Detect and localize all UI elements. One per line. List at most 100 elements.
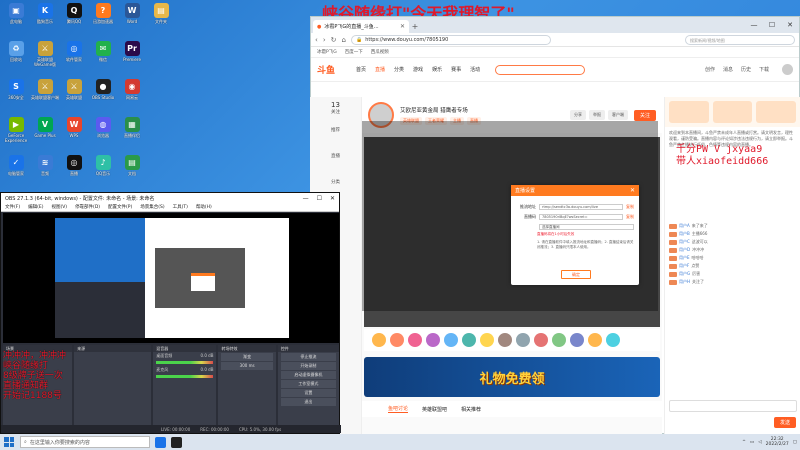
desktop-icon[interactable]: ◎ 直播 [60, 153, 88, 187]
gift-icon[interactable] [408, 333, 422, 347]
gift-icon[interactable] [570, 333, 584, 347]
obs-preview[interactable] [3, 213, 339, 343]
nav-item[interactable]: 首页 [356, 66, 366, 73]
douyu-search-input[interactable] [495, 64, 586, 75]
desktop-icon[interactable]: ♻ 回收站 [2, 39, 30, 73]
desktop-icon[interactable]: ▶ GeForce Experience [2, 115, 30, 149]
desktop-icon[interactable]: ◉ 网易云 [118, 77, 146, 111]
header-action[interactable]: 消息 [723, 66, 733, 73]
chat-username[interactable]: 用户C [679, 239, 690, 245]
sidebar-item[interactable]: 推荐 [310, 123, 361, 149]
obs-menu-item[interactable]: 文件(F) [5, 204, 20, 210]
browser-tab-active[interactable]: ● 冰雹P飞G的直播_斗鱼... ✕ [313, 20, 409, 33]
gift-icon[interactable] [480, 333, 494, 347]
douyu-logo[interactable]: 斗鱼 [317, 63, 347, 76]
desktop-icon[interactable]: ≋ 音频 [31, 153, 59, 187]
back-button[interactable]: ‹ [315, 36, 318, 44]
nav-item[interactable]: 直播 [375, 66, 385, 73]
desktop-icon[interactable]: ⚔ 英雄联盟客户端 [31, 77, 59, 111]
nav-item[interactable]: 赛事 [451, 66, 461, 73]
windows-start-icon[interactable] [3, 436, 15, 448]
gift-icon[interactable] [534, 333, 548, 347]
volume-meter[interactable] [156, 375, 214, 378]
obs-control-button[interactable]: 启动虚拟摄像机 [280, 371, 336, 379]
chat-username[interactable]: 用户F [679, 263, 689, 269]
notification-icon[interactable]: ▢ [793, 440, 797, 445]
new-tab-button[interactable]: + [409, 21, 421, 33]
desktop-icon[interactable]: K 酷狗音乐 [31, 1, 59, 35]
obs-menu-item[interactable]: 停靠部件(D) [75, 204, 100, 210]
desktop-icon[interactable]: W Word [118, 1, 146, 35]
chat-username[interactable]: 用户E [679, 255, 690, 261]
obs-menu-item[interactable]: 编辑(E) [28, 204, 43, 210]
room-action-button[interactable]: 客户端 [607, 110, 628, 120]
header-action[interactable]: 下载 [759, 66, 769, 73]
desktop-icon[interactable]: ⚔ 英雄联盟 [60, 77, 88, 111]
promo-banner[interactable]: 礼物免费领 [364, 357, 660, 397]
dialog-close-icon[interactable]: ✕ [630, 187, 635, 194]
desktop-icon[interactable]: ▦ 直播伴侣 [118, 115, 146, 149]
desktop-icon[interactable]: V Game Plus [31, 115, 59, 149]
gift-icon[interactable] [552, 333, 566, 347]
nav-item[interactable]: 活动 [470, 66, 480, 73]
desktop-icon[interactable]: ◎ 软件管家 [60, 39, 88, 73]
desktop-icon[interactable]: ▣ 此电脑 [2, 1, 30, 35]
desktop-icon[interactable]: ◍ 浏览器 [89, 115, 117, 149]
bottom-tab[interactable]: 鱼吧讨论 [388, 405, 409, 413]
obs-control-button[interactable]: 停止推流 [280, 353, 336, 361]
nav-item[interactable]: 游戏 [413, 66, 423, 73]
transition-duration[interactable]: 300 ms [221, 362, 273, 370]
transition-select[interactable]: 渐变 [221, 353, 273, 361]
chevron-up-icon[interactable]: ^ [742, 440, 746, 445]
gift-icon[interactable] [498, 333, 512, 347]
copy-server-button[interactable]: 复制 [626, 204, 634, 210]
desktop-icon[interactable]: ▤ 文件夹 [147, 1, 175, 35]
network-icon[interactable]: ▭ [750, 440, 754, 445]
desktop-icon[interactable]: ▤ 文档 [118, 153, 146, 187]
room-select[interactable]: 选择直播间 [539, 224, 634, 230]
dialog-ok-button[interactable]: 确定 [561, 270, 591, 279]
user-avatar[interactable] [782, 64, 793, 75]
chat-send-button[interactable]: 发送 [773, 417, 796, 428]
obs-control-button[interactable]: 开始录制 [280, 362, 336, 370]
desktop-icon[interactable]: Pr Premiere [118, 39, 146, 73]
bookmark-item[interactable]: 百度一下 [345, 49, 363, 55]
desktop-icon[interactable]: Q 腾讯QQ [60, 1, 88, 35]
gift-icon[interactable] [462, 333, 476, 347]
nav-item[interactable]: 娱乐 [432, 66, 442, 73]
volume-icon[interactable]: ◁ [758, 440, 761, 445]
browser-taskbar-icon[interactable] [155, 436, 166, 448]
obs-menu-item[interactable]: 配置文件(P) [108, 204, 132, 210]
key-field[interactable]: 7805190rlBqE?wsSecret= [539, 214, 623, 220]
obs-menu-item[interactable]: 场景集合(S) [140, 204, 164, 210]
obs-control-button[interactable]: 工作室模式 [280, 380, 336, 388]
header-action[interactable]: 创作 [705, 66, 715, 73]
gift-icon[interactable] [606, 333, 620, 347]
bottom-tab[interactable]: 相关推荐 [461, 406, 481, 413]
tab-close-icon[interactable]: ✕ [400, 23, 405, 30]
bookmark-item[interactable]: 西瓜视频 [371, 49, 389, 55]
forward-button[interactable]: › [323, 36, 326, 44]
server-field[interactable]: rtmp://sendtc3a.douyu.com/live [539, 204, 623, 210]
chat-username[interactable]: 用户G [679, 271, 690, 277]
fans-card[interactable] [712, 101, 753, 123]
obs-control-button[interactable]: 退出 [280, 398, 336, 406]
obs-menu-item[interactable]: 视图(V) [51, 204, 67, 210]
chat-username[interactable]: 用户H [679, 279, 690, 285]
obs-maximize-button[interactable]: ☐ [317, 195, 322, 202]
gift-icon[interactable] [426, 333, 440, 347]
home-button[interactable]: ⌂ [342, 36, 346, 44]
desktop-icon[interactable]: W WPS [60, 115, 88, 149]
noble-card[interactable] [756, 101, 797, 123]
gift-icon[interactable] [588, 333, 602, 347]
desktop-icon[interactable]: ♪ QQ音乐 [89, 153, 117, 187]
follow-button[interactable]: 关注 [633, 109, 656, 121]
chat-input[interactable] [669, 400, 797, 412]
rank-card[interactable] [669, 101, 709, 123]
copy-key-button[interactable]: 复制 [626, 214, 634, 220]
sidebar-item[interactable]: 13 关注 [310, 97, 361, 123]
desktop-icon[interactable]: ? 迅游加速器 [89, 1, 117, 35]
clock[interactable]: 22:32 2022/2/27 [766, 437, 789, 447]
refresh-button[interactable]: ↻ [331, 36, 337, 44]
gift-icon[interactable] [516, 333, 530, 347]
